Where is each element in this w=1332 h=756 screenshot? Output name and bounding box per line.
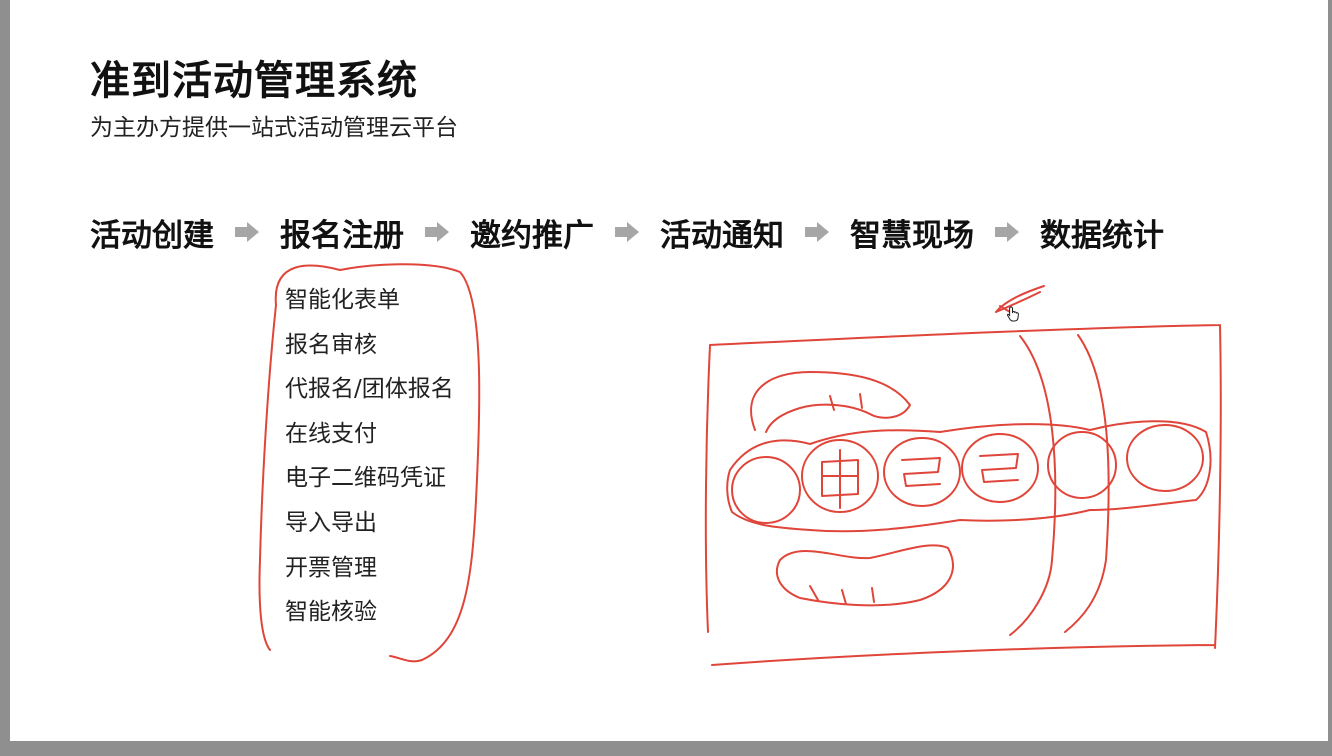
slide-canvas: 准到活动管理系统 为主办方提供一站式活动管理云平台 活动创建 报名注册 邀约推广… bbox=[10, 0, 1328, 741]
sketch-road bbox=[1009, 334, 1110, 636]
annotation-arrow-stroke bbox=[995, 285, 1045, 313]
annotation-bracket bbox=[258, 263, 481, 663]
sketch-glyph bbox=[979, 453, 1019, 483]
sketch-glyph bbox=[901, 457, 941, 487]
sketch-tick bbox=[859, 393, 863, 409]
sketch-circle bbox=[1047, 431, 1117, 499]
sketch-tick bbox=[809, 585, 819, 601]
sketch-bottom-blob bbox=[775, 544, 954, 607]
sketch-tick bbox=[841, 589, 847, 605]
sketch-chain-band bbox=[726, 420, 1212, 533]
sketch-tick bbox=[829, 395, 835, 411]
sketch-circle bbox=[1126, 424, 1204, 492]
sketch-circle bbox=[731, 456, 801, 524]
sketch-top-blob bbox=[750, 371, 911, 433]
sketch-tick bbox=[871, 587, 875, 603]
hand-pointer-icon bbox=[1006, 306, 1019, 322]
sketch-glyph bbox=[821, 449, 859, 509]
pen-annotation-layer bbox=[258, 263, 1222, 666]
